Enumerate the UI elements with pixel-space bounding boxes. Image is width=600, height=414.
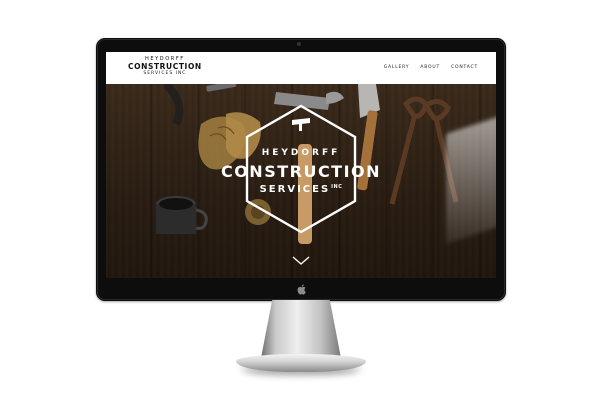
apple-logo-icon: [297, 284, 306, 295]
hero-logo-badge: HEYDORFF CONSTRUCTION SERVICESINC: [221, 106, 380, 236]
chevron-down-icon[interactable]: [292, 256, 310, 266]
header-logo-line2: CONSTRUCTION: [128, 62, 202, 71]
hero-logo-heydorff: HEYDORFF: [261, 148, 341, 158]
window-light: [446, 114, 496, 244]
camera-dot: [297, 42, 301, 46]
monitor-chin: [96, 278, 506, 301]
main-nav: GALLERY ABOUT CONTACT: [384, 65, 478, 70]
website-screen: HEYDORFF CONSTRUCTION SERVICES INC GALLE…: [106, 52, 496, 278]
site-header: HEYDORFF CONSTRUCTION SERVICES INC GALLE…: [106, 52, 496, 84]
nav-contact[interactable]: CONTACT: [451, 65, 478, 70]
monitor: HEYDORFF CONSTRUCTION SERVICES INC GALLE…: [96, 38, 506, 301]
hero-logo-construction: CONSTRUCTION: [220, 162, 382, 181]
header-logo[interactable]: HEYDORFF CONSTRUCTION SERVICES INC: [128, 57, 202, 76]
hero-logo-services-word: SERVICES: [259, 184, 331, 195]
hero-logo-inc: INC: [331, 184, 343, 190]
hero-section: HEYDORFF CONSTRUCTION SERVICESINC: [106, 84, 496, 278]
header-logo-line3: SERVICES INC: [143, 70, 187, 76]
monitor-stand-base: [236, 354, 366, 372]
monitor-stand-neck: [261, 300, 341, 358]
hero-logo-services: SERVICESINC: [234, 184, 368, 195]
nav-gallery[interactable]: GALLERY: [384, 65, 410, 70]
nav-about[interactable]: ABOUT: [420, 65, 440, 70]
